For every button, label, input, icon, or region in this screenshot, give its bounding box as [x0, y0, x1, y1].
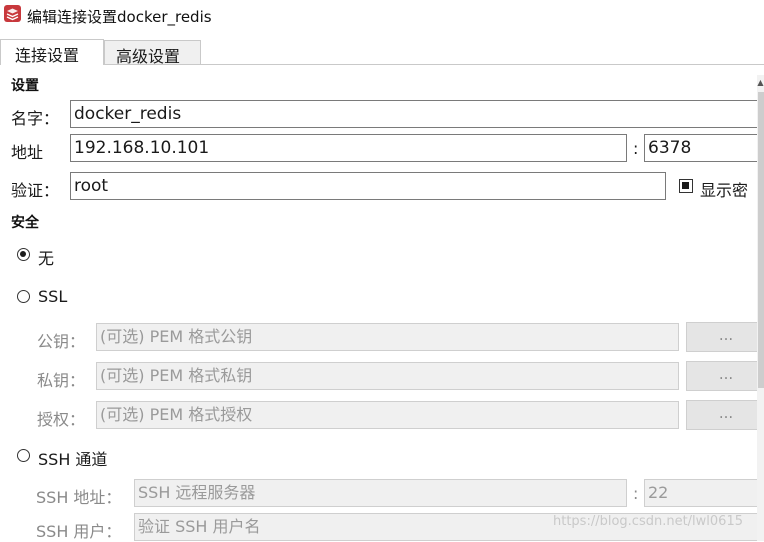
port-separator: :	[633, 139, 639, 158]
address-label: 地址	[11, 143, 44, 162]
watermark: https://blog.csdn.net/lwl0615	[553, 514, 743, 529]
ssh-port-input[interactable]: 22	[644, 479, 764, 507]
private-key-input[interactable]: (可选) PEM 格式私钥	[96, 362, 679, 390]
public-key-browse-button[interactable]: ...	[686, 322, 764, 352]
show-password-label: 显示密	[700, 181, 749, 200]
security-section-title: 安全	[11, 215, 39, 231]
auth-label: 验证：	[11, 181, 60, 200]
authority-label: 授权：	[37, 410, 86, 429]
security-ssh-label: SSH 通道	[38, 450, 108, 469]
ssh-user-label: SSH 用户：	[36, 522, 122, 541]
name-label: 名字：	[11, 109, 60, 128]
ssh-address-input[interactable]: SSH 远程服务器	[134, 479, 627, 507]
host-input[interactable]: 192.168.10.101	[70, 134, 627, 162]
name-input[interactable]: docker_redis	[70, 100, 764, 128]
security-ssh-radio[interactable]	[17, 449, 30, 462]
security-none-radio[interactable]	[17, 248, 30, 261]
authority-browse-button[interactable]: ...	[686, 400, 764, 430]
public-key-label: 公钥：	[37, 332, 86, 351]
security-ssl-radio[interactable]	[17, 290, 30, 303]
public-key-input[interactable]: (可选) PEM 格式公钥	[96, 323, 679, 351]
redis-app-icon	[4, 5, 21, 22]
tab-connection-settings[interactable]: 连接设置	[0, 39, 104, 65]
private-key-browse-button[interactable]: ...	[686, 361, 764, 391]
auth-password-input[interactable]: root	[70, 172, 666, 200]
ssh-address-label: SSH 地址：	[36, 488, 122, 507]
tab-divider	[0, 64, 764, 65]
port-input[interactable]: 6378	[644, 134, 764, 162]
window-title: 编辑连接设置docker_redis	[27, 8, 212, 26]
settings-section-title: 设置	[11, 78, 39, 94]
tab-advanced-settings[interactable]: 高级设置	[104, 40, 201, 66]
scrollbar-thumb[interactable]	[758, 92, 764, 388]
private-key-label: 私钥：	[37, 371, 86, 390]
security-ssl-label: SSL	[38, 287, 68, 306]
title-bar: 编辑连接设置docker_redis	[0, 0, 764, 30]
scroll-up-arrow-icon[interactable]: ▲	[757, 78, 764, 88]
security-none-label: 无	[38, 249, 55, 268]
authority-input[interactable]: (可选) PEM 格式授权	[96, 401, 679, 429]
show-password-checkbox[interactable]	[679, 179, 693, 193]
ssh-port-separator: :	[633, 484, 639, 503]
